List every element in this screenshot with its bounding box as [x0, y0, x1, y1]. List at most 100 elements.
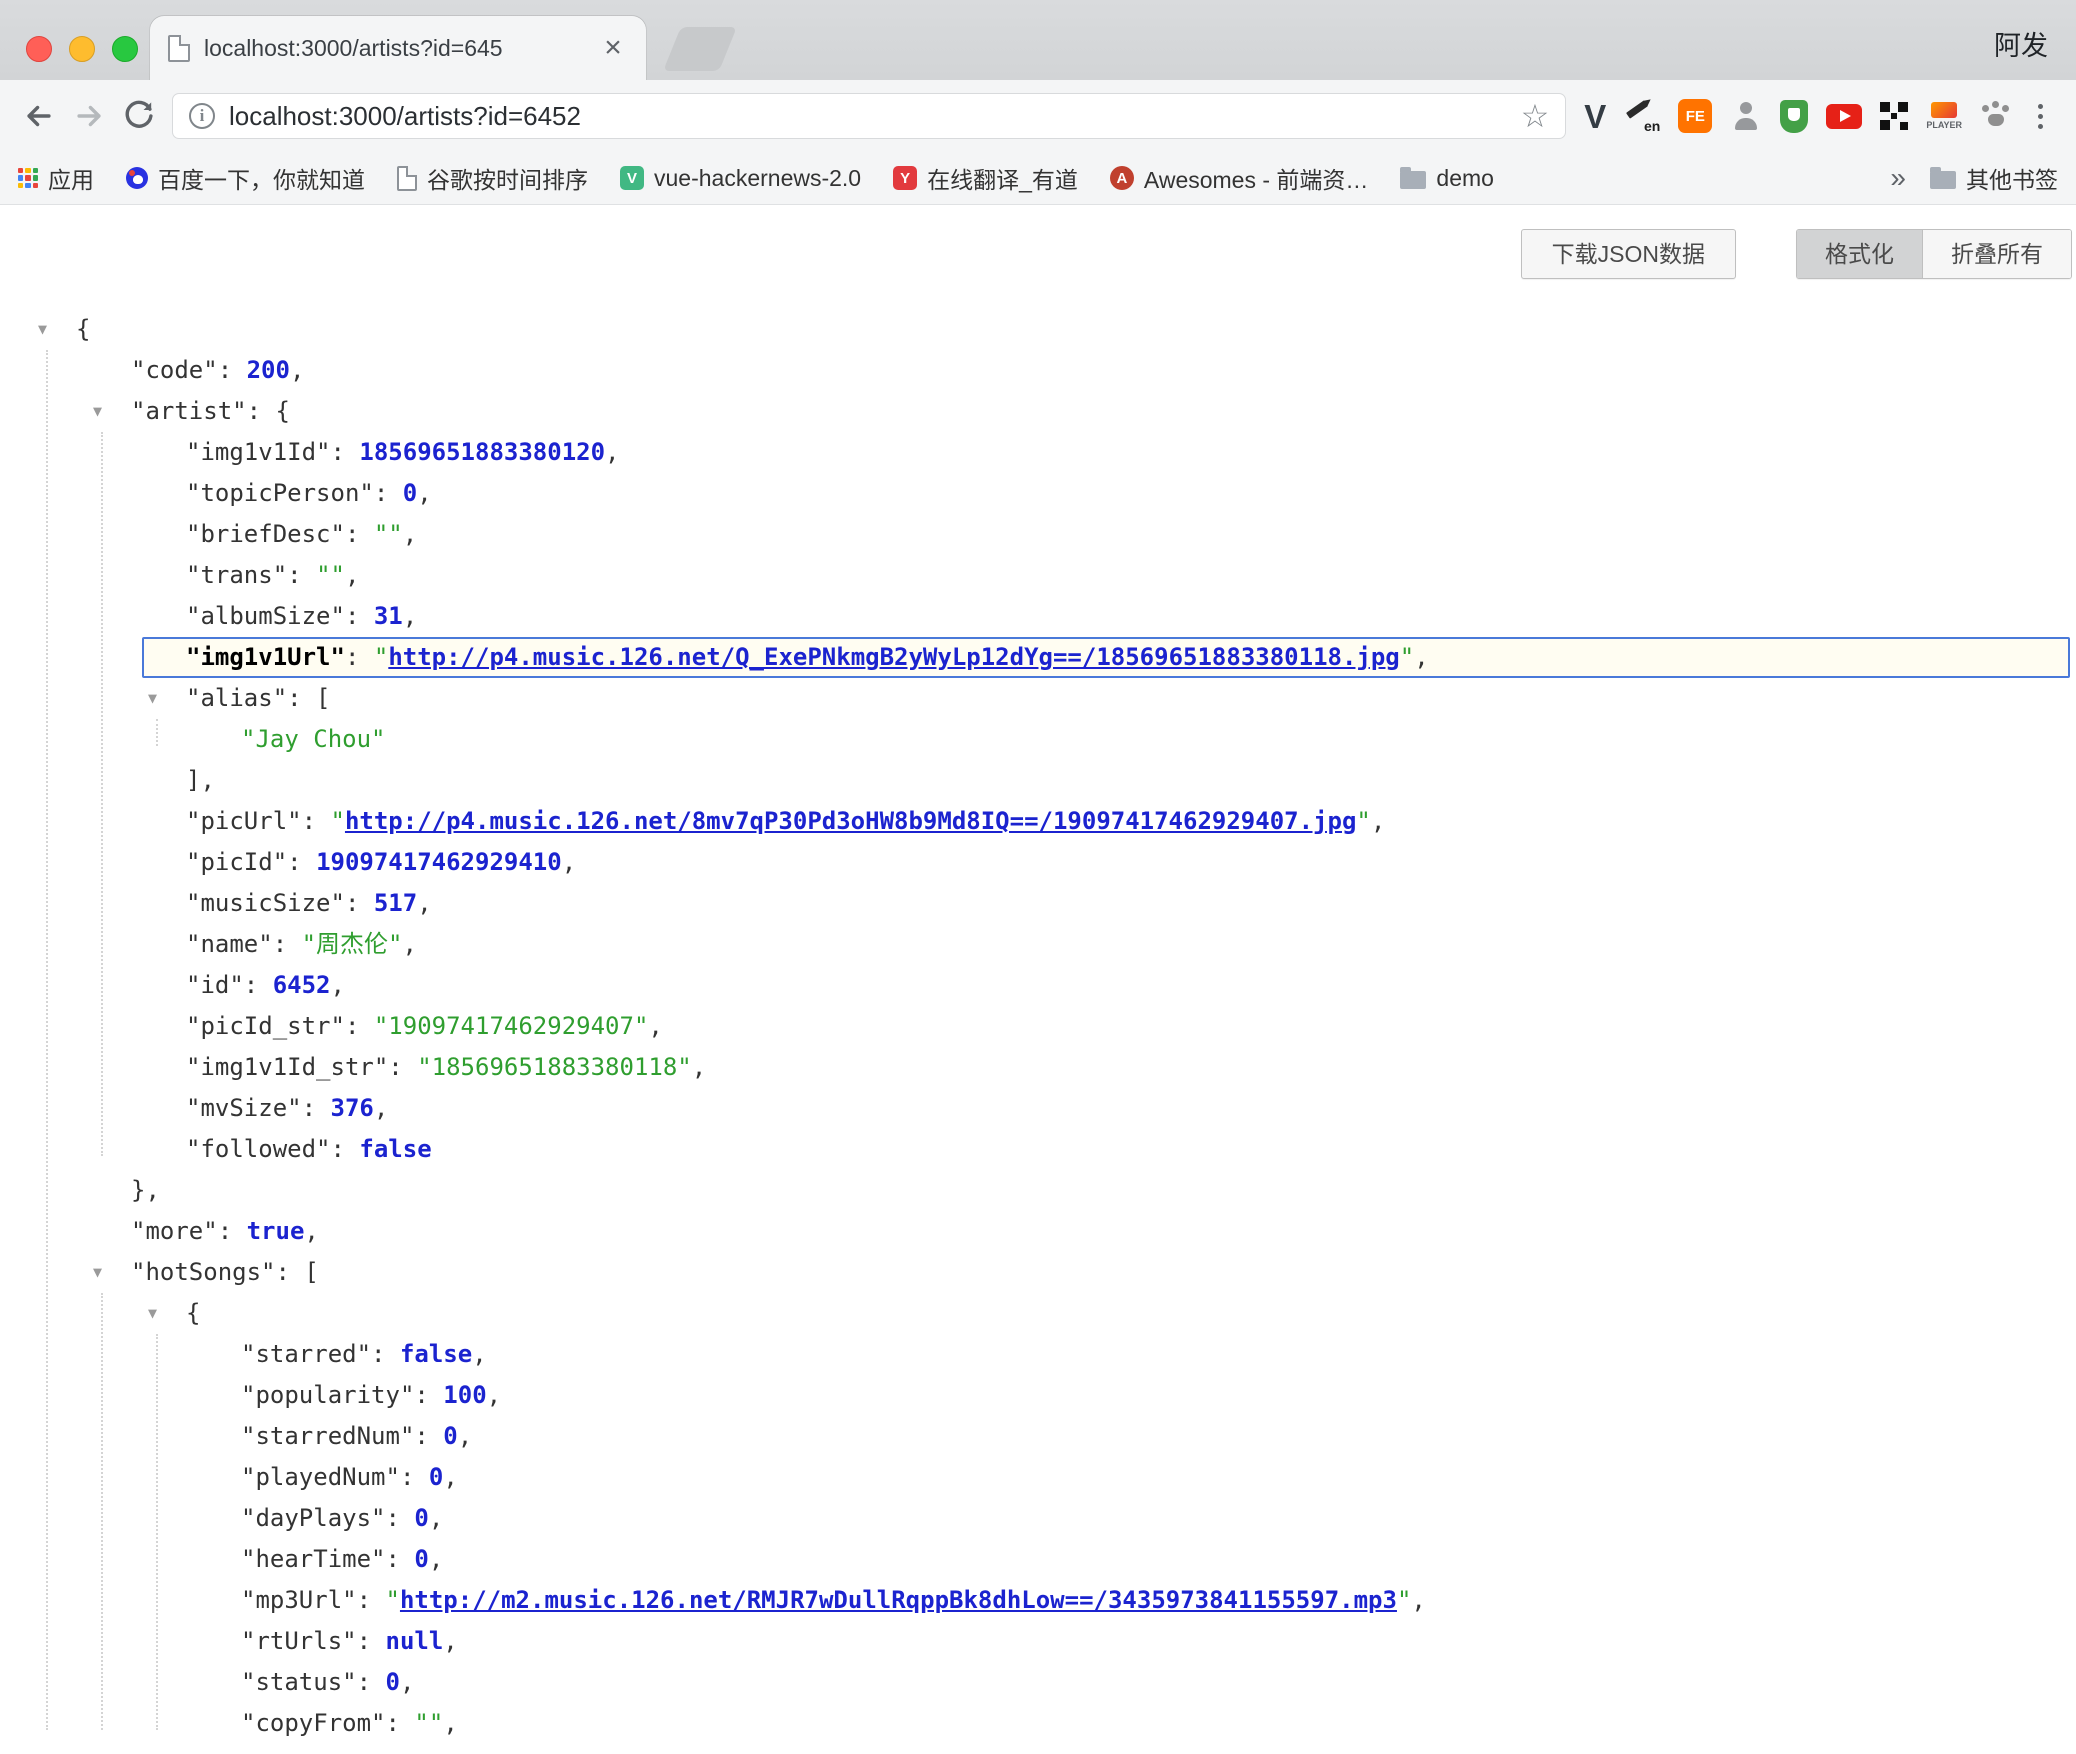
tab-strip: localhost:3000/artists?id=645 阿发 [0, 0, 2076, 80]
bookmark-label: vue-hackernews-2.0 [654, 165, 861, 192]
json-line: }, [0, 1170, 2076, 1211]
page-favicon-icon [168, 35, 190, 62]
collapse-all-button[interactable]: 折叠所有 [1923, 230, 2071, 278]
collapse-arrow-icon[interactable]: ▼ [93, 391, 102, 432]
json-token: , [429, 1545, 443, 1573]
json-token: "status" [241, 1668, 357, 1696]
translate-pen-extension-icon[interactable]: en [1624, 98, 1660, 134]
json-url-link[interactable]: http://m2.music.126.net/RMJR7wDullRqppBk… [400, 1586, 1397, 1614]
forward-button[interactable] [64, 91, 114, 141]
json-line: "briefDesc": "", [0, 514, 2076, 555]
json-token: 0 [386, 1668, 400, 1696]
json-token: , [458, 1422, 472, 1450]
json-line: "picId": 19097417462929410, [0, 842, 2076, 883]
json-token: "picId_str" [186, 1012, 345, 1040]
v-extension-icon[interactable] [1584, 100, 1606, 133]
json-token: "popularity" [241, 1381, 414, 1409]
json-token: " [1397, 1586, 1411, 1614]
player-extension-icon[interactable]: PLAYER [1926, 102, 1962, 130]
bookmark-item-google-sort[interactable]: 谷歌按时间排序 [397, 161, 588, 195]
json-token: { [186, 1299, 200, 1327]
json-token: "hotSongs" [131, 1258, 276, 1286]
json-token: , [429, 1504, 443, 1532]
view-mode-toggle: 格式化 折叠所有 [1796, 229, 2072, 279]
reload-button[interactable] [114, 91, 164, 141]
collapse-arrow-icon[interactable]: ▼ [148, 1293, 157, 1334]
json-token: "artist" [131, 397, 247, 425]
json-url-link[interactable]: http://p4.music.126.net/Q_ExePNkmgB2yWyL… [388, 643, 1399, 671]
json-line: "followed": false [0, 1129, 2076, 1170]
person-extension-icon[interactable] [1730, 100, 1762, 132]
qrcode-extension-icon[interactable] [1880, 102, 1908, 130]
browser-tab[interactable]: localhost:3000/artists?id=645 [150, 16, 646, 80]
json-token: "周杰伦" [302, 930, 403, 958]
json-token: "starredNum" [241, 1422, 414, 1450]
other-bookmarks[interactable]: 其他书签 [1930, 161, 2058, 195]
bookmark-item-youdao[interactable]: 在线翻译_有道 [893, 161, 1078, 195]
json-token: "hearTime" [241, 1545, 386, 1573]
window-minimize-button[interactable] [69, 36, 95, 62]
json-token: : [218, 1217, 247, 1245]
json-token: , [648, 1012, 662, 1040]
json-token: : [388, 1053, 417, 1081]
bookmark-item-vue-hackernews[interactable]: vue-hackernews-2.0 [620, 165, 861, 192]
json-token: "more" [131, 1217, 218, 1245]
json-token: , [692, 1053, 706, 1081]
json-token: : [244, 971, 273, 999]
extensions-area: en PLAYER [1578, 98, 2018, 134]
bookmark-item-apps[interactable]: 应用 [18, 161, 94, 195]
bookmark-item-baidu[interactable]: 百度一下，你就知道 [126, 161, 365, 195]
youtube-extension-icon[interactable] [1826, 104, 1862, 129]
translate-label: en [1644, 118, 1660, 134]
json-line: ▼ "artist": { [0, 391, 2076, 432]
json-url-link[interactable]: http://p4.music.126.net/8mv7qP30Pd3oHW8b… [345, 807, 1356, 835]
json-token: }, [131, 1176, 160, 1204]
json-line: "status": 0, [0, 1662, 2076, 1703]
json-line: "copyFrom": "", [0, 1703, 2076, 1744]
collapse-arrow-icon[interactable]: ▼ [38, 309, 47, 350]
apps-grid-icon [18, 168, 38, 188]
folder-icon [1930, 171, 1956, 189]
json-token: "name" [186, 930, 273, 958]
json-token: 0 [414, 1545, 428, 1573]
bookmark-item-demo[interactable]: demo [1400, 165, 1494, 192]
site-info-icon[interactable] [189, 103, 215, 129]
paw-extension-icon[interactable] [1980, 100, 2012, 132]
bookmarks-overflow-icon[interactable] [1890, 164, 1906, 192]
json-token: : [302, 807, 331, 835]
json-token: : [345, 520, 374, 548]
json-line: ▼{ [0, 1293, 2076, 1334]
json-token: "rtUrls" [241, 1627, 357, 1655]
bookmark-label: 百度一下，你就知道 [158, 161, 365, 195]
json-token: , [345, 561, 359, 589]
bookmark-item-awesomes[interactable]: Awesomes - 前端资… [1110, 161, 1369, 195]
window-zoom-button[interactable] [112, 36, 138, 62]
new-tab-button[interactable] [663, 27, 737, 71]
json-token: "picId" [186, 848, 287, 876]
download-json-button[interactable]: 下载JSON数据 [1521, 229, 1736, 279]
json-token: , [304, 1217, 318, 1245]
window-close-button[interactable] [26, 36, 52, 62]
chrome-menu-icon[interactable] [2018, 92, 2062, 140]
indent-guide [156, 719, 158, 746]
profile-name[interactable]: 阿发 [1994, 24, 2048, 63]
tab-close-icon[interactable] [598, 33, 628, 63]
json-token: 19097417462929410 [316, 848, 562, 876]
format-button[interactable]: 格式化 [1797, 230, 1923, 278]
json-token: , [562, 848, 576, 876]
back-button[interactable] [14, 91, 64, 141]
json-line: "rtUrls": null, [0, 1621, 2076, 1662]
address-bar[interactable]: localhost:3000/artists?id=6452 [172, 93, 1566, 139]
collapse-arrow-icon[interactable]: ▼ [93, 1252, 102, 1293]
bookmark-star-icon[interactable] [1521, 100, 1550, 132]
json-token: , [443, 1463, 457, 1491]
json-token: false [400, 1340, 472, 1368]
indent-guide [101, 432, 103, 1156]
fehelper-extension-icon[interactable] [1678, 99, 1712, 133]
json-token: : { [247, 397, 290, 425]
collapse-arrow-icon[interactable]: ▼ [148, 678, 157, 719]
shield-extension-icon[interactable] [1780, 100, 1808, 133]
json-token: : [273, 930, 302, 958]
json-token: 31 [374, 602, 403, 630]
window-controls [26, 36, 138, 62]
